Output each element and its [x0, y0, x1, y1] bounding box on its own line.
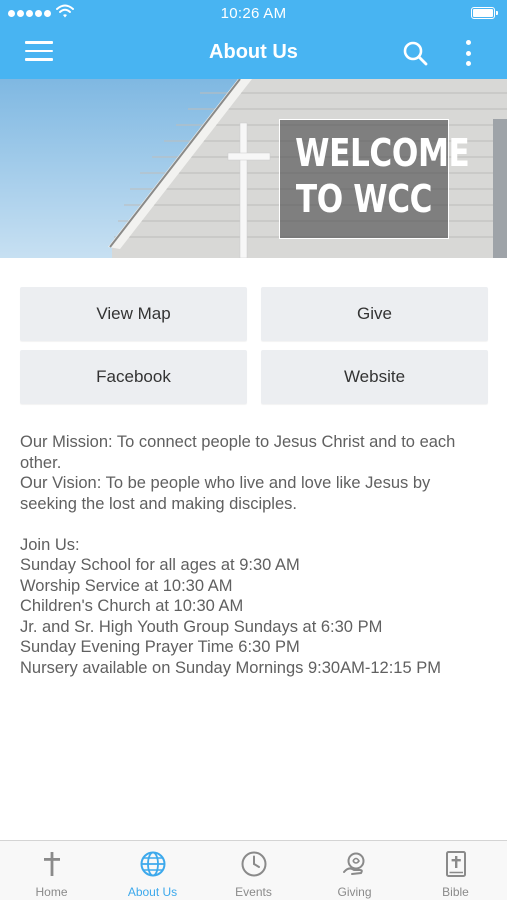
schedule-item: Sunday Evening Prayer Time 6:30 PM [20, 638, 300, 656]
status-bar: 10:26 AM [0, 0, 507, 28]
cross-icon [44, 852, 60, 876]
tab-label: About Us [127, 885, 178, 899]
globe-icon [140, 851, 166, 877]
tab-label: Giving [337, 885, 372, 899]
view-map-button[interactable]: View Map [20, 287, 247, 341]
tab-home[interactable]: Home [1, 841, 102, 900]
tab-label: Home [35, 885, 68, 899]
sign-line-1: WELCOME [295, 131, 470, 175]
bible-icon [446, 851, 466, 877]
status-time: 10:26 AM [220, 5, 287, 22]
navigation-bar: About Us [0, 28, 507, 79]
sign-line-2: TO WCC [295, 177, 433, 221]
schedule-item: Worship Service at 10:30 AM [20, 576, 233, 595]
tab-label: Bible [442, 885, 469, 899]
more-vertical-icon[interactable] [460, 38, 476, 68]
tab-giving[interactable]: Giving [304, 841, 405, 900]
app-header: 10:26 AM About Us [0, 0, 507, 79]
page-title: About Us [209, 41, 298, 63]
church-banner-image: WELCOME TO WCC [0, 79, 507, 258]
schedule-item: Nursery available on Sunday Mornings 9:3… [20, 658, 441, 677]
clock-icon [241, 851, 267, 877]
schedule-item: Sunday School for all ages at 9:30 AM [20, 556, 300, 574]
join-us-heading: Join Us: [20, 535, 80, 554]
tab-label: Events [235, 885, 272, 899]
give-button[interactable]: Give [261, 287, 488, 341]
tab-about-us[interactable]: About Us [102, 841, 203, 900]
welcome-sign: WELCOME TO WCC [279, 119, 470, 239]
vision-statement: Our Vision: To be people who live and lo… [20, 474, 431, 513]
bottom-tab-bar: Home About Us Events Giving Bible [0, 840, 507, 900]
schedule-item: Children's Church at 10:30 AM [20, 597, 244, 615]
mission-statement: Our Mission: To connect people to Jesus … [20, 433, 456, 472]
tab-events[interactable]: Events [203, 841, 304, 900]
facebook-button[interactable]: Facebook [20, 350, 247, 404]
tab-bible[interactable]: Bible [405, 841, 506, 900]
schedule-item: Jr. and Sr. High Youth Group Sundays at … [20, 617, 383, 636]
search-icon[interactable] [402, 40, 428, 66]
battery-icon [471, 7, 498, 19]
giving-hand-icon [343, 852, 365, 875]
about-text: Our Mission: To connect people to Jesus … [20, 432, 490, 678]
website-button[interactable]: Website [261, 350, 488, 404]
